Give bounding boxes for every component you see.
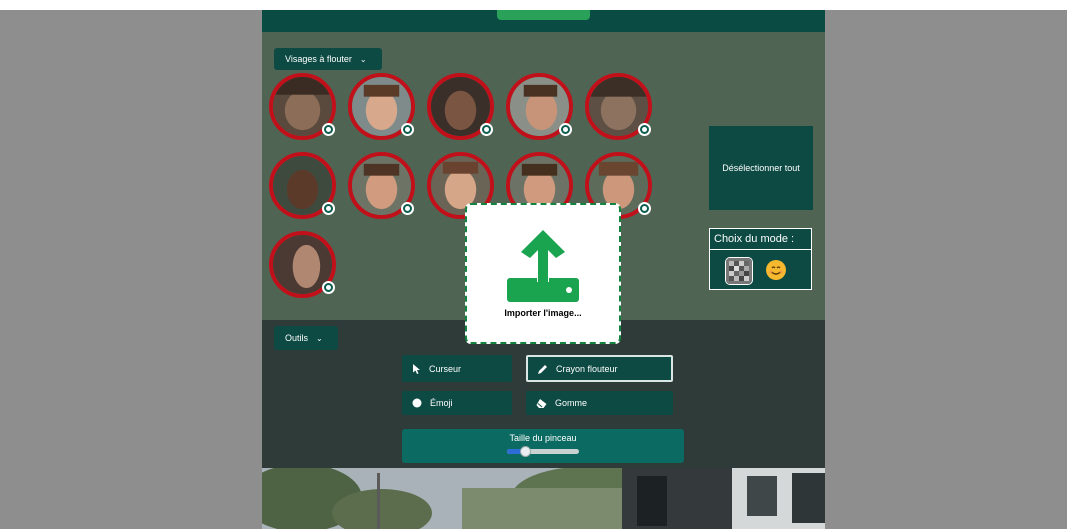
- mode-title: Choix du mode :: [710, 229, 811, 250]
- brush-size-thumb[interactable]: [520, 446, 531, 457]
- face-check-badge[interactable]: [401, 202, 414, 215]
- face-check-badge[interactable]: [559, 123, 572, 136]
- cursor-arrow-icon: [412, 363, 421, 374]
- tools-dropdown[interactable]: Outils ⌄: [274, 326, 338, 350]
- circle-emoji-icon: [412, 398, 422, 408]
- blur-mosaic-icon[interactable]: [725, 257, 753, 285]
- faces-dropdown-label: Visages à flouter: [285, 54, 352, 64]
- brush-size-label: Taille du pinceau: [509, 433, 577, 443]
- mode-selector: Choix du mode :: [709, 228, 812, 290]
- face-check-badge[interactable]: [322, 281, 335, 294]
- pencil-tool-button[interactable]: Crayon flouteur: [526, 355, 673, 382]
- upload-icon: [507, 228, 579, 302]
- emoji-tool-button[interactable]: Émoji: [402, 391, 512, 415]
- face-check-badge[interactable]: [322, 123, 335, 136]
- eraser-tool-button[interactable]: Gomme: [526, 391, 673, 415]
- tools-dropdown-label: Outils: [285, 333, 309, 343]
- pencil-tool-label: Crayon flouteur: [556, 363, 618, 374]
- upload-label: Importer l'image...: [504, 308, 582, 318]
- chevron-down-icon: ⌄: [359, 54, 367, 64]
- face-check-badge[interactable]: [401, 123, 414, 136]
- cursor-tool-label: Curseur: [429, 363, 462, 374]
- pencil-icon: [538, 364, 548, 374]
- eraser-tool-label: Gomme: [555, 398, 588, 408]
- face-check-badge[interactable]: [638, 202, 651, 215]
- chevron-down-icon: ⌄: [316, 333, 323, 343]
- top-band: [0, 0, 1067, 10]
- brush-size-panel: Taille du pinceau: [402, 429, 684, 463]
- cursor-tool-button[interactable]: Curseur: [402, 355, 512, 382]
- faces-dropdown[interactable]: Visages à flouter ⌄: [274, 48, 382, 70]
- brush-size-slider[interactable]: [507, 446, 579, 457]
- header-action-button[interactable]: [497, 10, 590, 20]
- face-check-badge[interactable]: [480, 123, 493, 136]
- face-check-badge[interactable]: [638, 123, 651, 136]
- photo-preview[interactable]: [262, 468, 825, 529]
- eraser-icon: [536, 398, 547, 408]
- face-check-badge[interactable]: [322, 202, 335, 215]
- upload-dropzone[interactable]: Importer l'image...: [465, 203, 621, 344]
- smiley-emoji-icon[interactable]: [765, 259, 787, 281]
- app-header: [262, 10, 825, 32]
- deselect-all-button[interactable]: Désélectionner tout: [709, 126, 813, 210]
- emoji-tool-label: Émoji: [430, 398, 453, 408]
